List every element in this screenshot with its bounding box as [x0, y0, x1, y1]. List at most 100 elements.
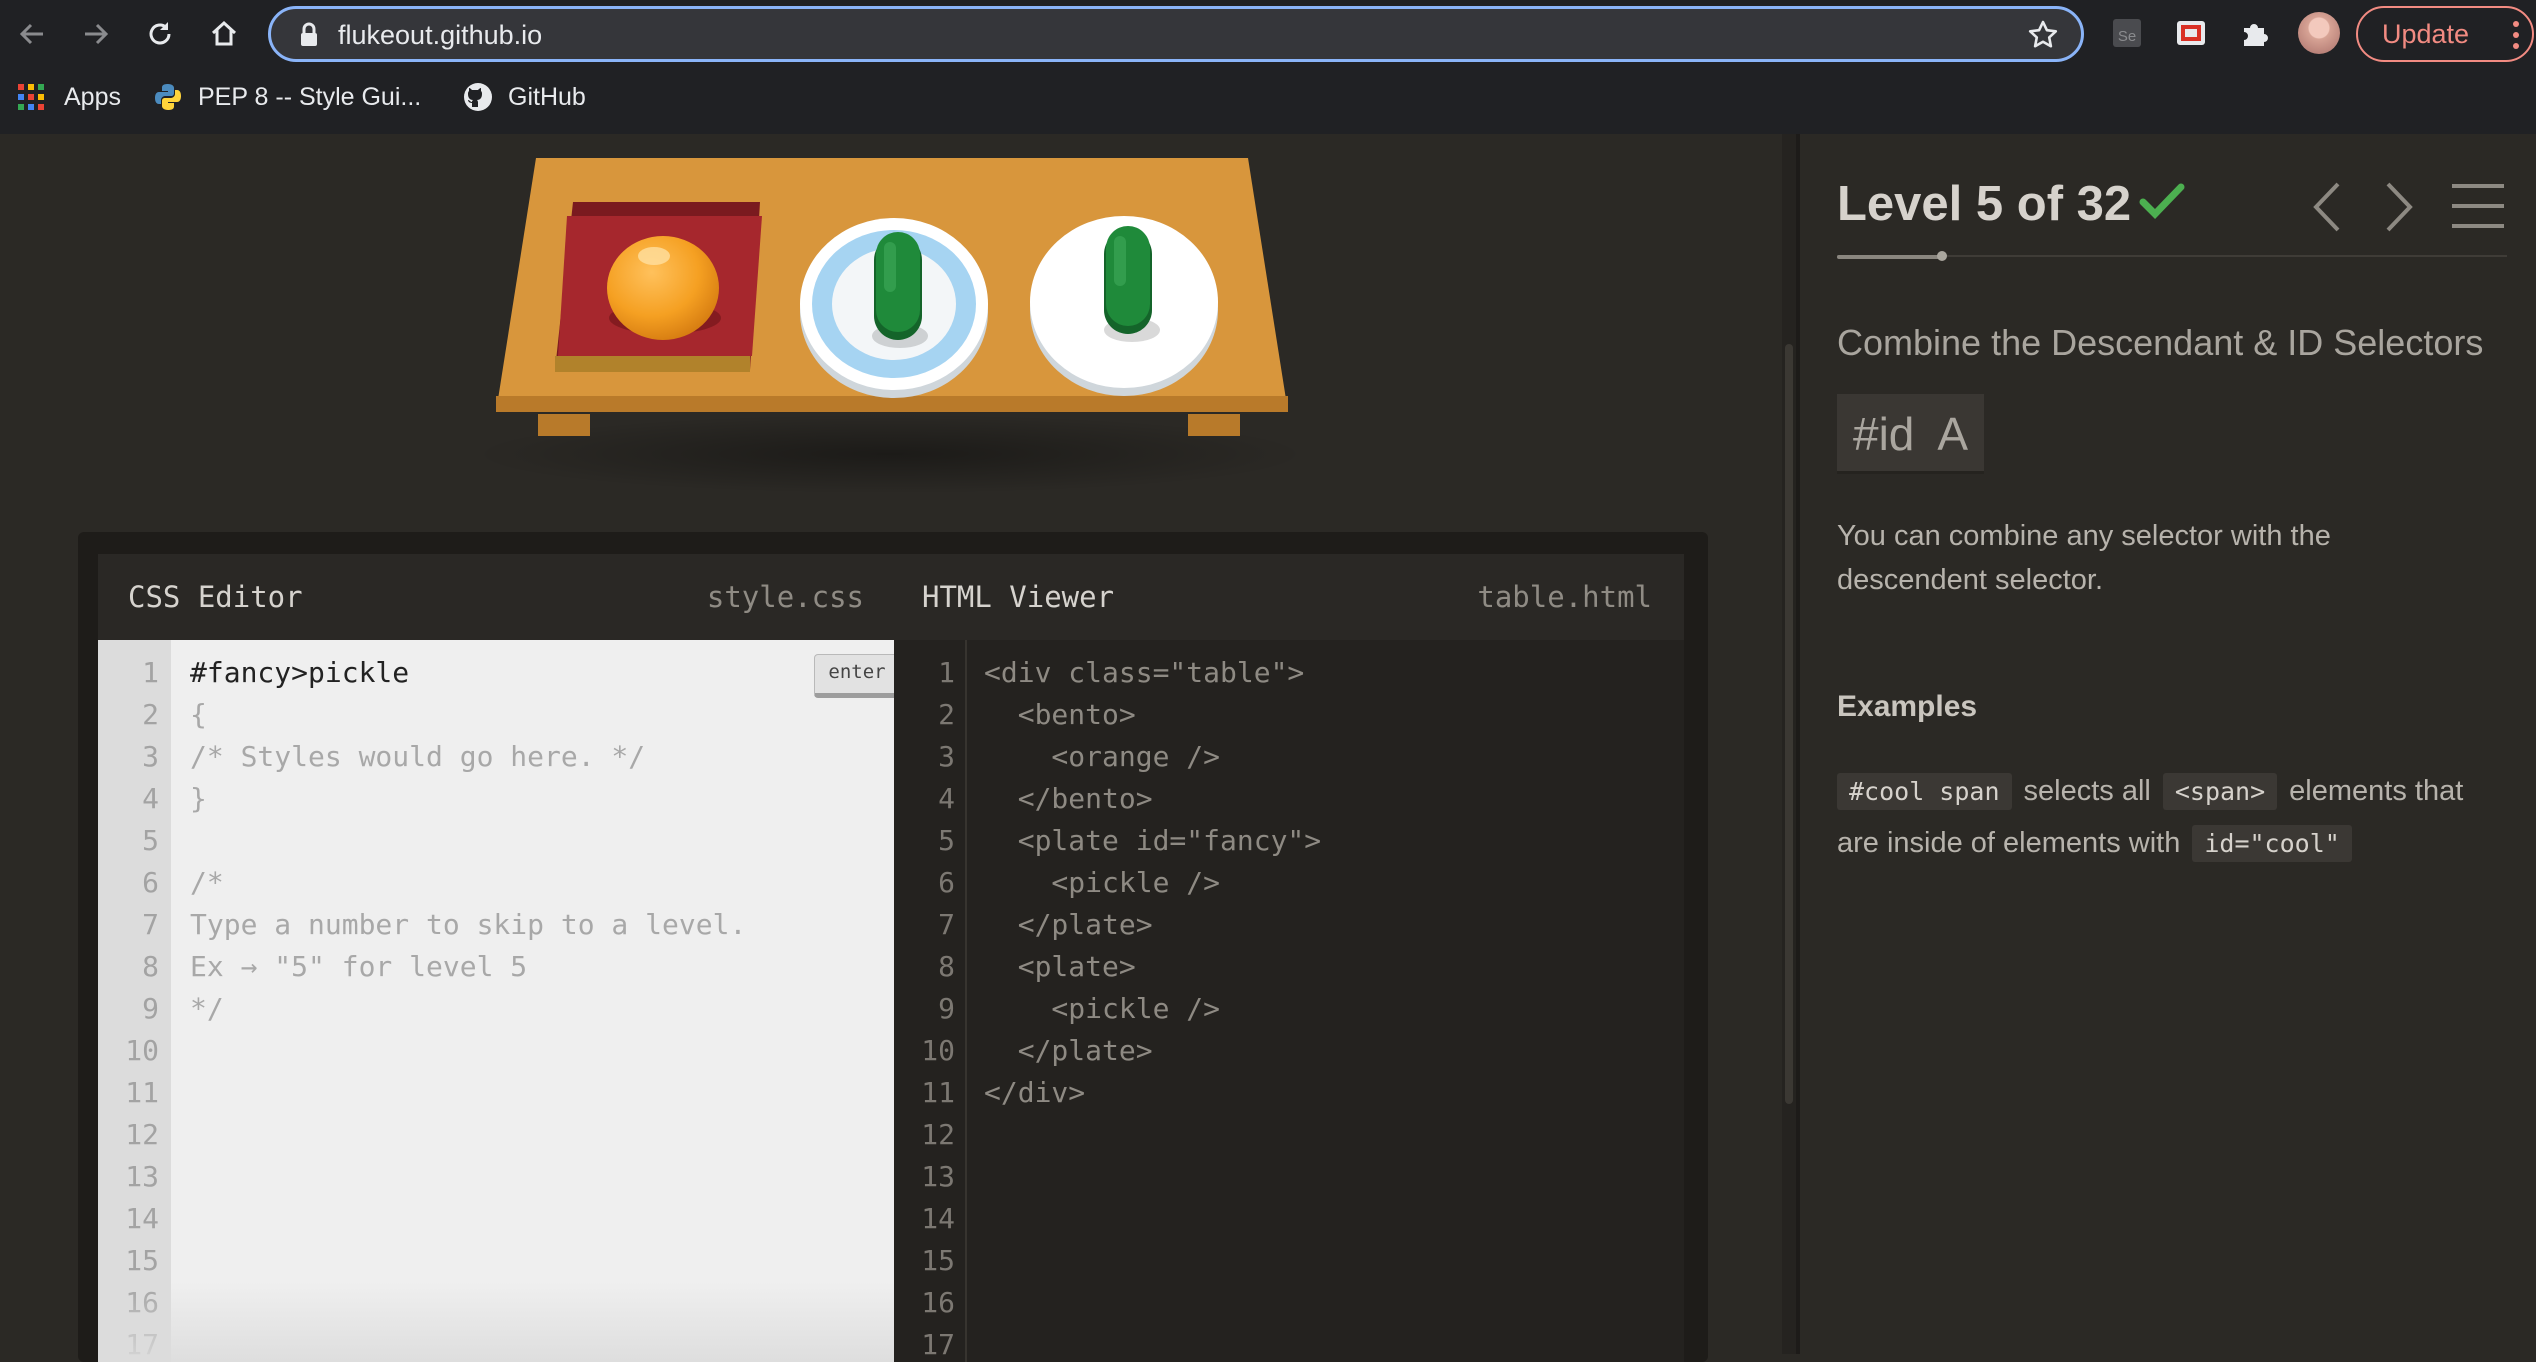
html-line-8[interactable]: <plate> [984, 950, 1136, 983]
css-line-6: /* [190, 866, 224, 899]
back-button[interactable] [14, 16, 50, 52]
bookmark-github-label: GitHub [508, 82, 586, 111]
line-number: 8 [938, 950, 955, 983]
line-number: 12 [125, 1118, 159, 1151]
html-line-5[interactable]: <plate id="fancy"> [984, 824, 1321, 857]
html-line-1[interactable]: <div class="table"> [984, 656, 1304, 689]
game-table [480, 158, 1300, 494]
extension-red-icon[interactable] [2174, 16, 2208, 50]
css-input[interactable]: #fancy>pickle [190, 656, 409, 689]
level-menu-icon[interactable] [2450, 182, 2506, 230]
html-line-3[interactable]: <orange /> [984, 740, 1220, 773]
css-line-7: Type a number to skip to a level. [190, 908, 747, 941]
css-line-4: } [190, 782, 207, 815]
bookmark-star-icon[interactable] [2027, 19, 2059, 51]
bookmark-pep8[interactable]: PEP 8 -- Style Gui... [152, 80, 421, 114]
example-text: elements that [2289, 774, 2464, 807]
bookmark-apps[interactable]: Apps [16, 80, 121, 114]
examples-title: Examples [1837, 690, 1978, 723]
example-line: #cool span selects all <span> elements t… [1837, 768, 2463, 814]
game-area: CSS Editor style.css HTML Viewer table.h… [0, 134, 1782, 1362]
checkmark-icon [2139, 183, 2185, 219]
css-editor[interactable]: 1234567891011121314151617 #fancy>pickle … [98, 640, 894, 1362]
more-vert-icon [2513, 21, 2519, 49]
game-scrollbar[interactable] [1782, 134, 1796, 1354]
enter-button[interactable]: enter [814, 654, 894, 698]
github-icon [464, 83, 492, 111]
line-number: 15 [125, 1244, 159, 1277]
line-number: 6 [142, 866, 159, 899]
line-number: 13 [921, 1160, 955, 1193]
reload-button[interactable] [142, 16, 178, 52]
example-code-span: <span> [2162, 772, 2278, 810]
selector-name: Combine the Descendant & ID Selectors [1837, 322, 2484, 363]
css-editor-filename: style.css [706, 580, 864, 614]
back-arrow-icon [19, 23, 43, 45]
table-leg-right [1188, 414, 1240, 436]
html-line-10: </plate> [984, 1034, 1153, 1067]
line-number: 9 [938, 992, 955, 1025]
lock-icon [301, 22, 317, 46]
line-number: 16 [921, 1286, 955, 1319]
address-bar[interactable]: flukeout.github.io [268, 6, 2084, 62]
previous-level-icon[interactable] [2310, 180, 2344, 234]
css-line-gutter: 1234567891011121314151617 [98, 640, 171, 1362]
line-number: 9 [142, 992, 159, 1025]
extension-se-icon[interactable]: Se [2110, 16, 2144, 50]
example-text: selects all [2023, 774, 2151, 807]
home-button[interactable] [206, 16, 242, 52]
line-number: 2 [142, 698, 159, 731]
css-line-8: Ex → "5" for level 5 [190, 950, 528, 983]
line-number: 14 [921, 1202, 955, 1235]
css-editor-title: CSS Editor [128, 580, 303, 614]
html-line-4: </bento> [984, 782, 1153, 815]
css-editor-fade [98, 1282, 894, 1362]
example-code-cool-span: #cool span [1837, 772, 2012, 810]
table-leg-left [538, 414, 590, 436]
bookmark-pep8-label: PEP 8 -- Style Gui... [198, 82, 422, 111]
line-number: 7 [938, 908, 955, 941]
html-viewer-header: HTML Viewer table.html [894, 554, 1684, 640]
scrollbar-thumb[interactable] [1785, 344, 1793, 1104]
html-line-2[interactable]: <bento> [984, 698, 1136, 731]
forward-arrow-icon [85, 23, 109, 45]
html-line-6[interactable]: <pickle /> [984, 866, 1220, 899]
example-text: are inside of elements with [1837, 826, 2181, 859]
line-number: 12 [921, 1118, 955, 1151]
bookmark-apps-label: Apps [64, 82, 121, 111]
html-line-7: </plate> [984, 908, 1153, 941]
line-number: 5 [142, 824, 159, 857]
line-number: 10 [921, 1034, 955, 1067]
line-number: 4 [142, 782, 159, 815]
line-number: 8 [142, 950, 159, 983]
example-line: are inside of elements with id="cool" [1837, 820, 2352, 866]
line-number: 11 [921, 1076, 955, 1109]
level-progress-bar [1837, 251, 2507, 261]
reload-icon [149, 22, 171, 45]
line-number: 11 [125, 1076, 159, 1109]
svg-text:Se: Se [2118, 28, 2136, 45]
forward-button[interactable] [78, 16, 114, 52]
css-line-9: */ [190, 992, 224, 1025]
html-viewer-filename: table.html [1477, 580, 1652, 614]
line-number: 13 [125, 1160, 159, 1193]
level-sidebar: Level 5 of 32 Combine the Descendant & I… [1800, 134, 2536, 1354]
html-line-9[interactable]: <pickle /> [984, 992, 1220, 1025]
example-code-id-cool: id="cool" [2192, 824, 2352, 862]
profile-avatar[interactable] [2298, 12, 2340, 54]
apps-grid-icon [18, 84, 44, 110]
url-text: flukeout.github.io [338, 20, 543, 50]
line-number: 4 [938, 782, 955, 815]
line-number: 1 [142, 656, 159, 689]
line-number: 3 [938, 740, 955, 773]
line-number: 15 [921, 1244, 955, 1277]
html-line-11: </div> [984, 1076, 1086, 1109]
level-progress-marker [1936, 251, 1947, 261]
bookmark-github[interactable]: GitHub [462, 80, 586, 114]
extensions-puzzle-icon[interactable] [2238, 16, 2272, 50]
next-level-icon[interactable] [2382, 180, 2416, 234]
css-line-3: /* Styles would go here. */ [190, 740, 646, 773]
line-number: 14 [125, 1202, 159, 1235]
level-progress-fill [1837, 255, 1942, 259]
update-button[interactable]: Update [2356, 6, 2534, 62]
